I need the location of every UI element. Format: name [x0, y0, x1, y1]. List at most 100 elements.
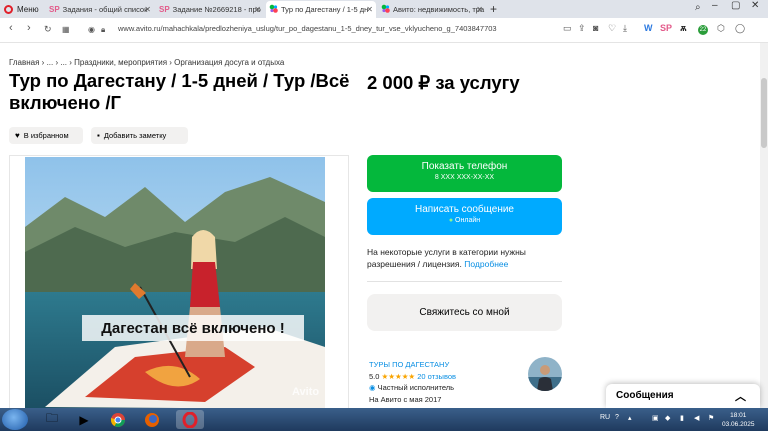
- note-icon: ▪: [97, 131, 100, 140]
- page-scrollbar[interactable]: [760, 43, 768, 408]
- seller-name[interactable]: Туры по Дагестану: [369, 359, 456, 371]
- seller-type: Частный исполнитель: [377, 383, 455, 392]
- online-dot-icon: ●: [448, 217, 454, 224]
- tab-label: Тур по Дагестану / 1-5 дн: [281, 5, 369, 14]
- tab-label: Задание №2669218 - про: [172, 5, 261, 14]
- online-status: ● Онлайн: [448, 217, 481, 224]
- close-tab-icon[interactable]: ✕: [144, 5, 151, 14]
- sp-favicon-icon: SP: [159, 5, 170, 14]
- media-player-icon[interactable]: ▶: [70, 410, 98, 429]
- reload-icon[interactable]: ↻: [44, 24, 52, 35]
- tray-icon[interactable]: ▴: [628, 414, 632, 422]
- help-icon[interactable]: ?: [615, 414, 619, 421]
- opera-taskbar-icon[interactable]: [176, 410, 204, 429]
- tray-app-icon[interactable]: ▣: [652, 414, 659, 422]
- tab-task[interactable]: SP Задание №2669218 - про ✕: [156, 1, 264, 18]
- scrollbar-thumb[interactable]: [761, 78, 767, 148]
- show-phone-label: Показать телефон: [421, 161, 508, 172]
- download-icon[interactable]: ⤓: [623, 23, 627, 34]
- phone-mask: 8 XXX XXX-XX-XX: [434, 174, 495, 181]
- write-message-button[interactable]: Написать сообщение ● Онлайн: [367, 198, 562, 235]
- url-field[interactable]: www.avito.ru/mahachkala/predlozheniya_us…: [118, 24, 497, 33]
- lock-icon[interactable]: 🔒︎: [101, 25, 105, 35]
- search-tabs-icon[interactable]: ⌕: [695, 2, 701, 13]
- heart-icon: ♥: [15, 131, 20, 140]
- add-note-button[interactable]: ▪ Добавить заметку: [91, 127, 188, 144]
- back-icon[interactable]: ‹: [9, 22, 13, 34]
- more-link[interactable]: Подробнее: [464, 259, 508, 269]
- camera-icon[interactable]: ◙: [593, 23, 598, 33]
- opera-logo-icon: [4, 4, 13, 14]
- reader-icon[interactable]: ▭: [563, 23, 572, 34]
- breadcrumb-item[interactable]: Праздники, мероприятия: [74, 58, 167, 67]
- clock-time: 18:01: [730, 412, 747, 419]
- tab-avito-home[interactable]: Авито: недвижимость, тра ✕: [378, 1, 486, 18]
- listing-photo[interactable]: [25, 157, 325, 409]
- sp-extension-icon[interactable]: SP: [660, 23, 672, 33]
- minimize-button[interactable]: –: [712, 0, 718, 11]
- share-icon[interactable]: ⇪: [578, 23, 586, 34]
- avito-watermark: Avito: [292, 386, 320, 398]
- seller-card: Туры по Дагестану 5.0 ★★★★★ 20 отзывов ◉…: [369, 359, 456, 405]
- start-button[interactable]: [2, 409, 28, 430]
- menu-label: Меню: [17, 4, 39, 14]
- tab-tour-active[interactable]: Тур по Дагестану / 1-5 дн ✕: [266, 1, 376, 18]
- volume-icon[interactable]: ◀: [694, 414, 699, 422]
- write-message-label: Написать сообщение: [414, 204, 514, 215]
- close-tab-icon[interactable]: ✕: [254, 5, 261, 14]
- network-icon[interactable]: ▮: [680, 414, 684, 422]
- flag-icon[interactable]: ⚑: [708, 414, 714, 422]
- tab-label: Авито: недвижимость, тра: [393, 5, 485, 14]
- browser-tab-bar: Меню SP Задания - общий список ✕ SP Зада…: [0, 0, 768, 18]
- chrome-icon[interactable]: [104, 410, 132, 429]
- notification-icon[interactable]: ◆: [665, 414, 670, 422]
- url-domain: www.avito.ru: [118, 24, 161, 33]
- opera-sidebar-icon[interactable]: ◯: [735, 23, 745, 34]
- maximize-button[interactable]: ▢: [731, 0, 740, 11]
- close-tab-icon[interactable]: ✕: [366, 5, 373, 14]
- tabs-grid-icon[interactable]: ▦: [62, 25, 70, 34]
- close-tab-icon[interactable]: ✕: [476, 5, 483, 14]
- extension-badge-icon[interactable]: 22: [698, 23, 708, 35]
- clock[interactable]: 18:01 03.06.2025: [722, 411, 755, 429]
- tab-label: Задания - общий список: [62, 5, 148, 14]
- contact-me-button[interactable]: Свяжитесь со мной: [367, 294, 562, 331]
- clock-date: 03.06.2025: [722, 421, 755, 428]
- address-bar-row: ‹ › ↻ ▦ ◉ 🔒︎ www.avito.ru/mahachkala/pre…: [0, 18, 768, 43]
- favorite-button[interactable]: ♥ В избранном: [9, 127, 83, 144]
- messages-panel[interactable]: Сообщения ︿: [606, 384, 760, 408]
- seller-since: На Авито с мая 2017: [369, 394, 442, 404]
- breadcrumb: Главная › ... › ... › Праздники, меропри…: [9, 58, 285, 67]
- shield-icon[interactable]: ◉: [88, 25, 95, 34]
- close-window-button[interactable]: ✕: [751, 0, 759, 11]
- w-extension-icon[interactable]: W: [644, 23, 653, 33]
- add-note-label: Добавить заметку: [103, 131, 167, 140]
- reviews-link[interactable]: 20 отзывов: [417, 372, 456, 381]
- seller-avatar[interactable]: [528, 357, 562, 391]
- seller-rating: 5.0: [369, 371, 380, 381]
- show-phone-button[interactable]: Показать телефон 8 XXX XXX-XX-XX: [367, 155, 562, 192]
- firefox-icon[interactable]: [138, 410, 166, 429]
- verified-icon: ◉: [369, 383, 376, 392]
- breadcrumb-item[interactable]: ...: [60, 58, 67, 67]
- avito-favicon-icon: [381, 4, 390, 15]
- url-path: /mahachkala/predlozheniya_uslug/tur_po_d…: [160, 24, 497, 33]
- extensions-icon[interactable]: ⬡: [717, 23, 725, 34]
- favorite-label: В избранном: [23, 131, 69, 140]
- bookmark-icon[interactable]: ♡: [608, 23, 616, 34]
- photo-caption: Дагестан всё включено !: [82, 315, 304, 341]
- explorer-icon[interactable]: 🗀︎: [38, 410, 66, 429]
- opera-menu-button[interactable]: Меню: [4, 2, 39, 16]
- language-indicator[interactable]: RU: [600, 414, 610, 421]
- breadcrumb-item[interactable]: ...: [47, 58, 54, 67]
- chevron-up-icon[interactable]: ︿: [735, 388, 746, 404]
- breadcrumb-item[interactable]: Организация досуга и отдыха: [174, 58, 284, 67]
- license-note: На некоторые услуги в категории нужны ра…: [367, 247, 526, 269]
- k-extension-icon[interactable]: ѫ: [680, 23, 687, 33]
- forward-icon[interactable]: ›: [27, 22, 31, 34]
- price: 2 000 ₽ за услугу: [367, 72, 520, 93]
- breadcrumb-home[interactable]: Главная: [9, 58, 39, 67]
- messages-title: Сообщения: [616, 390, 674, 401]
- tab-tasks-list[interactable]: SP Задания - общий список ✕: [46, 1, 154, 18]
- new-tab-button[interactable]: +: [490, 2, 497, 16]
